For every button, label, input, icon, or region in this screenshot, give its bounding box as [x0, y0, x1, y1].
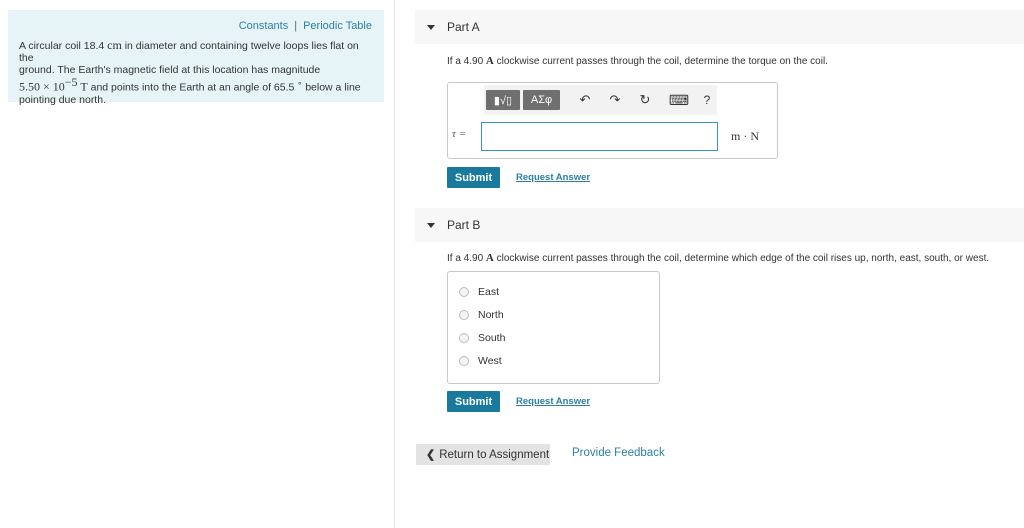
torque-variable-label: τ =: [452, 128, 467, 140]
option-label: South: [478, 332, 506, 344]
option-label: East: [478, 286, 500, 298]
option-label: West: [478, 355, 502, 367]
radio-button[interactable]: [459, 356, 469, 366]
reset-icon[interactable]: ↻: [636, 90, 654, 110]
field-value: 5.50 × 10: [19, 79, 65, 94]
part-b-header[interactable]: Part B: [415, 208, 1024, 242]
radio-button[interactable]: [459, 310, 469, 320]
part-a-question: If a 4.90 A clockwise current passes thr…: [447, 55, 828, 67]
option-label: North: [478, 309, 504, 321]
unit-ampere: A: [485, 55, 494, 67]
undo-icon[interactable]: ↶: [576, 90, 594, 110]
redo-icon[interactable]: ↷: [606, 90, 624, 110]
option-north[interactable]: North: [459, 309, 504, 321]
provide-feedback-link[interactable]: Provide Feedback: [572, 447, 665, 459]
problem-text-4: pointing due north.: [19, 93, 106, 106]
chevron-left-icon: ❮: [426, 449, 436, 461]
problem-text-1a: A circular coil 18.4: [19, 40, 108, 52]
math-toolbar: ▮√▯ ΑΣφ ↶ ↷ ↻ ⌨ ?: [484, 85, 717, 115]
unit-tesla: T: [77, 79, 88, 94]
option-west[interactable]: West: [459, 355, 502, 367]
pane-divider: [394, 0, 395, 528]
torque-answer-input[interactable]: [481, 122, 718, 151]
torque-unit: m · N: [731, 129, 759, 143]
part-a-title: Part A: [447, 20, 480, 34]
option-south[interactable]: South: [459, 332, 505, 344]
periodic-table-link[interactable]: Periodic Table: [303, 20, 372, 32]
part-a-submit-button[interactable]: Submit: [447, 167, 500, 188]
field-exponent: −5: [64, 75, 78, 89]
link-separator: |: [294, 20, 298, 32]
option-east[interactable]: East: [459, 286, 499, 298]
caret-down-icon: [427, 222, 435, 228]
unit-ampere: A: [485, 252, 494, 264]
symbols-button[interactable]: ΑΣφ: [523, 90, 560, 110]
part-b-submit-button[interactable]: Submit: [447, 391, 500, 412]
problem-text-3b: and points into the Earth at an angle of…: [87, 81, 298, 94]
keyboard-icon[interactable]: ⌨: [668, 90, 690, 110]
problem-text-3c: below a line: [302, 81, 361, 94]
resource-links: Constants | Periodic Table: [19, 20, 372, 32]
return-label: Return to Assignment: [439, 448, 550, 461]
part-a-header[interactable]: Part A: [415, 10, 1024, 44]
radio-button[interactable]: [459, 333, 469, 343]
constants-link[interactable]: Constants: [239, 20, 289, 32]
radio-button[interactable]: [459, 287, 469, 297]
caret-down-icon: [427, 24, 435, 30]
part-a-question-b: clockwise current passes through the coi…: [493, 56, 828, 67]
help-icon[interactable]: ?: [698, 90, 716, 110]
part-a-request-answer-link[interactable]: Request Answer: [516, 172, 590, 183]
problem-panel: Constants | Periodic Table A circular coil…: [8, 10, 384, 106]
page: Constants | Periodic Table A circular coil…: [0, 0, 1024, 528]
part-b-question: If a 4.90 A clockwise current passes thr…: [447, 252, 989, 264]
part-b-title: Part B: [447, 218, 481, 232]
problem-statement: A circular coil 18.4 cm in diameter and …: [19, 39, 372, 106]
template-button[interactable]: ▮√▯: [486, 90, 520, 110]
part-b-question-b: clockwise current passes through the coi…: [493, 253, 990, 264]
return-to-assignment-button[interactable]: ❮ Return to Assignment: [416, 444, 550, 465]
unit-cm: cm: [107, 38, 122, 52]
part-b-request-answer-link[interactable]: Request Answer: [516, 396, 590, 407]
part-b-question-a: If a 4.90: [447, 253, 486, 264]
part-a-question-a: If a 4.90: [447, 56, 486, 67]
